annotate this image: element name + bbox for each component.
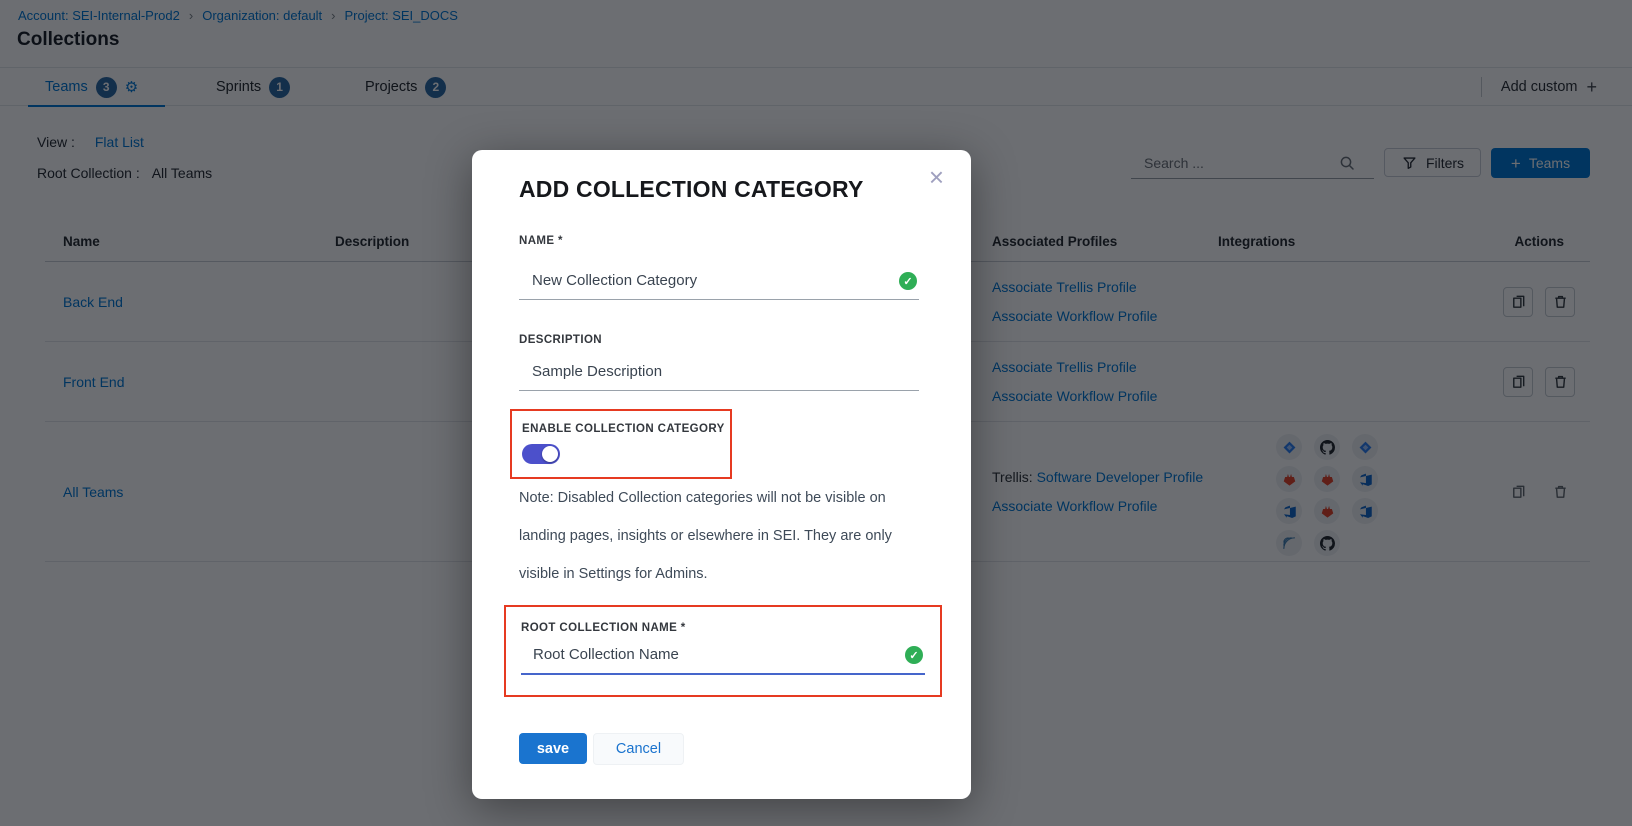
collections-page: Account: SEI-Internal-Prod2 › Organizati… [0, 0, 1632, 826]
root-collection-name-field: ✓ [521, 638, 925, 675]
note-text: Note: Disabled Collection categories wil… [519, 479, 921, 593]
close-button[interactable]: × [929, 164, 944, 190]
description-field [519, 354, 919, 391]
save-button[interactable]: save [519, 733, 587, 764]
valid-check-icon: ✓ [905, 646, 923, 664]
description-input[interactable] [519, 354, 879, 389]
root-collection-name-label: ROOT COLLECTION NAME * [521, 622, 940, 634]
toggle-knob [542, 446, 558, 462]
enable-category-toggle[interactable] [522, 444, 560, 464]
modal-actions: save Cancel [519, 733, 684, 765]
root-collection-highlight-box: ROOT COLLECTION NAME * ✓ [504, 605, 942, 697]
add-collection-category-modal: ADD COLLECTION CATEGORY × NAME * ✓ DESCR… [472, 150, 971, 799]
enable-collection-category-label: ENABLE COLLECTION CATEGORY [522, 423, 730, 435]
root-collection-name-input[interactable] [521, 638, 881, 671]
name-label: NAME * [519, 235, 563, 247]
description-label: DESCRIPTION [519, 334, 602, 346]
valid-check-icon: ✓ [899, 272, 917, 290]
cancel-button[interactable]: Cancel [593, 733, 684, 765]
name-input[interactable] [519, 263, 879, 298]
enable-category-highlight-box: ENABLE COLLECTION CATEGORY [510, 409, 732, 479]
modal-title: ADD COLLECTION CATEGORY [519, 176, 863, 203]
name-field: ✓ [519, 263, 919, 300]
